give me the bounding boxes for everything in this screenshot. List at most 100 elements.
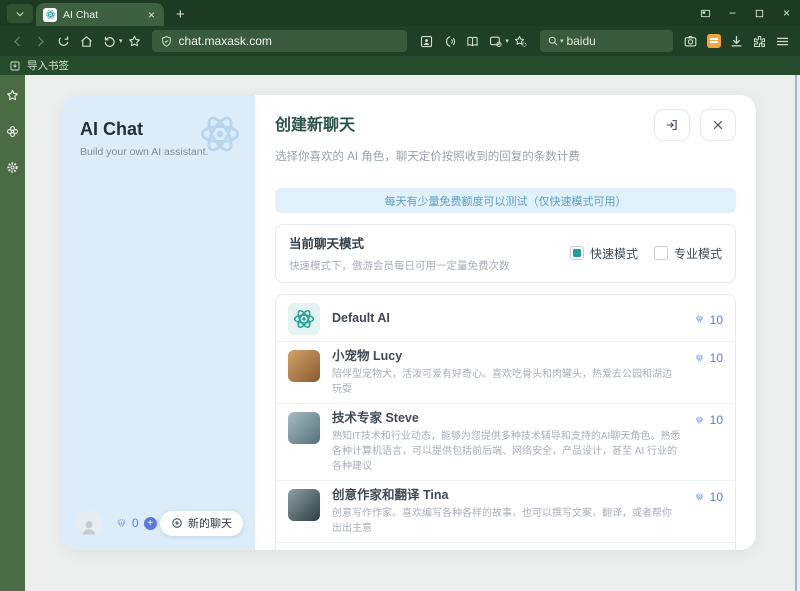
gem-icon: [693, 313, 706, 326]
tab-title: AI Chat: [63, 9, 146, 21]
notes-icon: [707, 34, 721, 48]
gear-icon[interactable]: [5, 160, 20, 175]
favorites-rail-icon[interactable]: [5, 88, 20, 103]
search-box[interactable]: ▾ baidu: [540, 30, 673, 52]
reload-icon: [56, 34, 71, 49]
new-tab-button[interactable]: +: [176, 7, 185, 22]
search-engine-label[interactable]: baidu: [566, 34, 595, 48]
read-aloud-button[interactable]: [438, 30, 461, 53]
character-description: 创意写作作家。喜欢编写各种各样的故事，也可以撰写文案，翻译，或者帮你出出主意: [332, 506, 681, 536]
character-info: 心理医生 Cindy 心理医生，告诉她你的想法和问题，她会给你一些科学的建议。: [332, 549, 681, 550]
star-icon: [127, 34, 142, 49]
price-value: 10: [710, 313, 723, 327]
user-avatar[interactable]: [76, 510, 102, 536]
free-quota-notice: 每天有少量免费额度可以测试（仅快速模式可用）: [275, 188, 736, 213]
tab-list-button[interactable]: [7, 4, 33, 23]
page-title: 创建新聊天: [275, 109, 355, 135]
new-chat-label: 新的聊天: [188, 515, 232, 531]
reading-mode-button[interactable]: [461, 30, 484, 53]
panel-footer: 0 + 新的聊天: [76, 510, 243, 536]
screenshot-button[interactable]: [679, 30, 702, 53]
character-name: Default AI: [332, 311, 681, 326]
gem-icon: [693, 491, 706, 504]
content-area: AI Chat Build your own AI assistant. 0 +…: [0, 75, 800, 591]
pro-mode-checkbox[interactable]: [654, 246, 668, 260]
book-icon: [465, 34, 480, 49]
page-subtitle: 选择你喜欢的 AI 角色，聊天定价按照收到的回复的条数计费: [275, 148, 736, 164]
gem-icon: [693, 414, 706, 427]
back-icon: [10, 34, 25, 49]
fast-mode-checkbox[interactable]: [570, 246, 584, 260]
character-price: 10: [693, 410, 723, 427]
minimize-button[interactable]: −: [719, 4, 746, 22]
main-header: 创建新聊天: [275, 109, 736, 141]
browser-tab[interactable]: AI Chat ×: [36, 3, 164, 26]
undo-history-button[interactable]: [98, 30, 121, 53]
add-credits-button[interactable]: +: [144, 517, 157, 530]
gem-icon: [114, 516, 129, 531]
dock-layout-button[interactable]: [692, 4, 719, 22]
sign-in-button[interactable]: [654, 109, 690, 141]
back-button[interactable]: [6, 30, 29, 53]
character-price: 10: [693, 310, 723, 327]
menu-button[interactable]: [771, 30, 794, 53]
close-icon: [711, 118, 725, 132]
side-rail: [0, 75, 25, 591]
mode-text: 当前聊天模式 快速模式下，傲游会员每日可用一定量免费次数: [289, 233, 510, 273]
favorites-manager-button[interactable]: [509, 30, 532, 53]
notes-button[interactable]: [702, 30, 725, 53]
character-row[interactable]: 创意作家和翻译 Tina 创意写作作家。喜欢编写各种各样的故事，也可以撰写文案，…: [276, 480, 735, 542]
character-avatar: [288, 350, 320, 382]
home-button[interactable]: [75, 30, 98, 53]
enter-door-icon: [665, 118, 679, 132]
read-aloud-icon: [442, 34, 457, 49]
forward-icon: [33, 34, 48, 49]
toolbar-mid-icons: ▾: [415, 30, 532, 53]
toolbar-right-icons: [679, 30, 794, 53]
address-bar[interactable]: chat.maxask.com: [152, 30, 408, 52]
character-row[interactable]: Default AI 10: [276, 295, 735, 341]
extensions-button[interactable]: [748, 30, 771, 53]
tab-bar: AI Chat × + − ×: [0, 0, 800, 26]
new-chat-button[interactable]: 新的聊天: [160, 511, 243, 536]
import-bookmarks-label[interactable]: 导入书签: [27, 58, 69, 73]
character-description: 陪伴型宠物犬，活泼可爱有好奇心。喜欢吃骨头和肉罐头，热爱去公园和湖边玩耍: [332, 367, 681, 397]
mode-option-fast[interactable]: 快速模式: [570, 245, 638, 262]
character-info: 技术专家 Steve 熟知IT技术和行业动态，能够为您提供多种技术辅导和支持的A…: [332, 410, 681, 474]
character-list: Default AI 10: [275, 294, 736, 550]
downloads-button[interactable]: [725, 30, 748, 53]
reload-button[interactable]: [52, 30, 75, 53]
scan-login-button[interactable]: [415, 30, 438, 53]
star-gear-icon: [513, 34, 528, 49]
character-row[interactable]: 小宠物 Lucy 陪伴型宠物犬，活泼可爱有好奇心。喜欢吃骨头和肉罐头，热爱去公园…: [276, 341, 735, 403]
bookmark-bar: 导入书签: [0, 56, 800, 75]
maximize-button[interactable]: [746, 4, 773, 22]
url-text[interactable]: chat.maxask.com: [179, 34, 272, 48]
tab-close-icon[interactable]: ×: [146, 7, 157, 23]
close-window-button[interactable]: ×: [773, 4, 800, 22]
plus-circle-icon: [171, 517, 183, 529]
character-price: 10: [693, 549, 723, 550]
atom-icon: [292, 307, 316, 331]
mode-title: 当前聊天模式: [289, 233, 510, 252]
character-avatar: [288, 489, 320, 521]
price-value: 10: [710, 413, 723, 427]
capture-tools-button[interactable]: [484, 30, 507, 53]
layout-icon: [700, 8, 711, 19]
scan-login-icon: [419, 34, 434, 49]
hamburger-menu-icon: [775, 34, 790, 49]
character-info: 小宠物 Lucy 陪伴型宠物犬，活泼可爱有好奇心。喜欢吃骨头和肉罐头，热爱去公园…: [332, 348, 681, 397]
mode-option-pro[interactable]: 专业模式: [654, 245, 722, 262]
forward-button[interactable]: [29, 30, 52, 53]
balance-value: 0: [132, 516, 139, 530]
apps-flower-icon[interactable]: [5, 124, 20, 139]
price-value: 10: [710, 490, 723, 504]
character-row[interactable]: 心理医生 Cindy 心理医生，告诉她你的想法和问题，她会给你一些科学的建议。 …: [276, 542, 735, 550]
gem-icon: [693, 352, 706, 365]
search-engine-caret-icon[interactable]: ▾: [560, 37, 564, 45]
capture-tools-icon: [488, 34, 503, 49]
character-row[interactable]: 技术专家 Steve 熟知IT技术和行业动态，能够为您提供多种技术辅导和支持的A…: [276, 403, 735, 480]
tab-favicon-atom-icon: [43, 8, 57, 22]
close-dialog-button[interactable]: [700, 109, 736, 141]
bookmark-page-button[interactable]: [123, 30, 146, 53]
